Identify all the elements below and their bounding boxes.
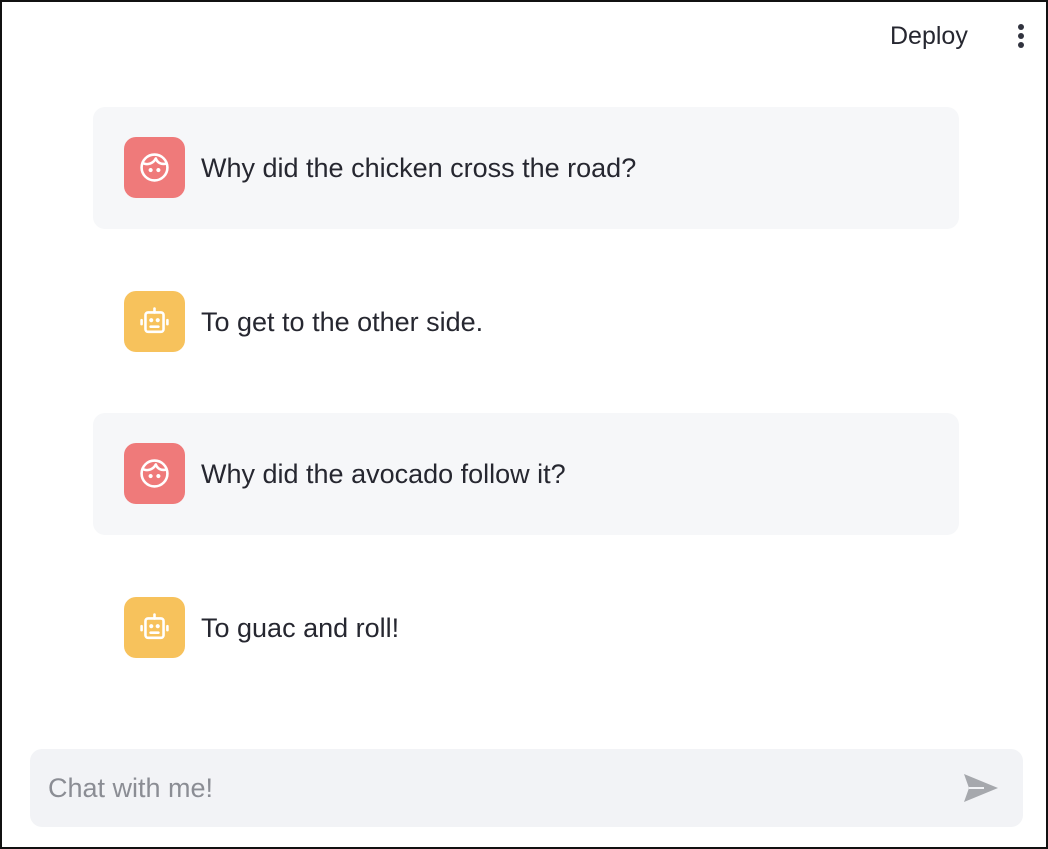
vertical-ellipsis-icon — [1018, 24, 1024, 48]
message-text: To get to the other side. — [201, 307, 484, 337]
message-text: Why did the avocado follow it? — [201, 459, 566, 489]
robot-icon — [140, 613, 169, 640]
assistant-avatar — [124, 291, 185, 352]
send-button[interactable] — [960, 768, 1002, 808]
send-icon — [964, 774, 998, 802]
deploy-button[interactable]: Deploy — [878, 16, 980, 56]
chat-message-user: Why did the avocado follow it? — [93, 413, 959, 535]
app-window: Deploy Why did the chicken cross the roa… — [0, 0, 1048, 849]
chat-message-assistant: To guac and roll! — [93, 567, 959, 689]
message-text: To guac and roll! — [201, 613, 400, 643]
main-menu-button[interactable] — [1006, 16, 1036, 56]
user-avatar — [124, 443, 185, 504]
robot-icon — [140, 307, 169, 334]
chat-message-user: Why did the chicken cross the road? — [93, 107, 959, 229]
chat-input-container — [30, 749, 1023, 827]
chat-input[interactable] — [48, 749, 948, 827]
user-avatar — [124, 137, 185, 198]
message-text: Why did the chicken cross the road? — [201, 153, 637, 183]
face-icon — [140, 153, 169, 182]
chat-message-assistant: To get to the other side. — [93, 261, 959, 383]
face-icon — [140, 459, 169, 488]
assistant-avatar — [124, 597, 185, 658]
